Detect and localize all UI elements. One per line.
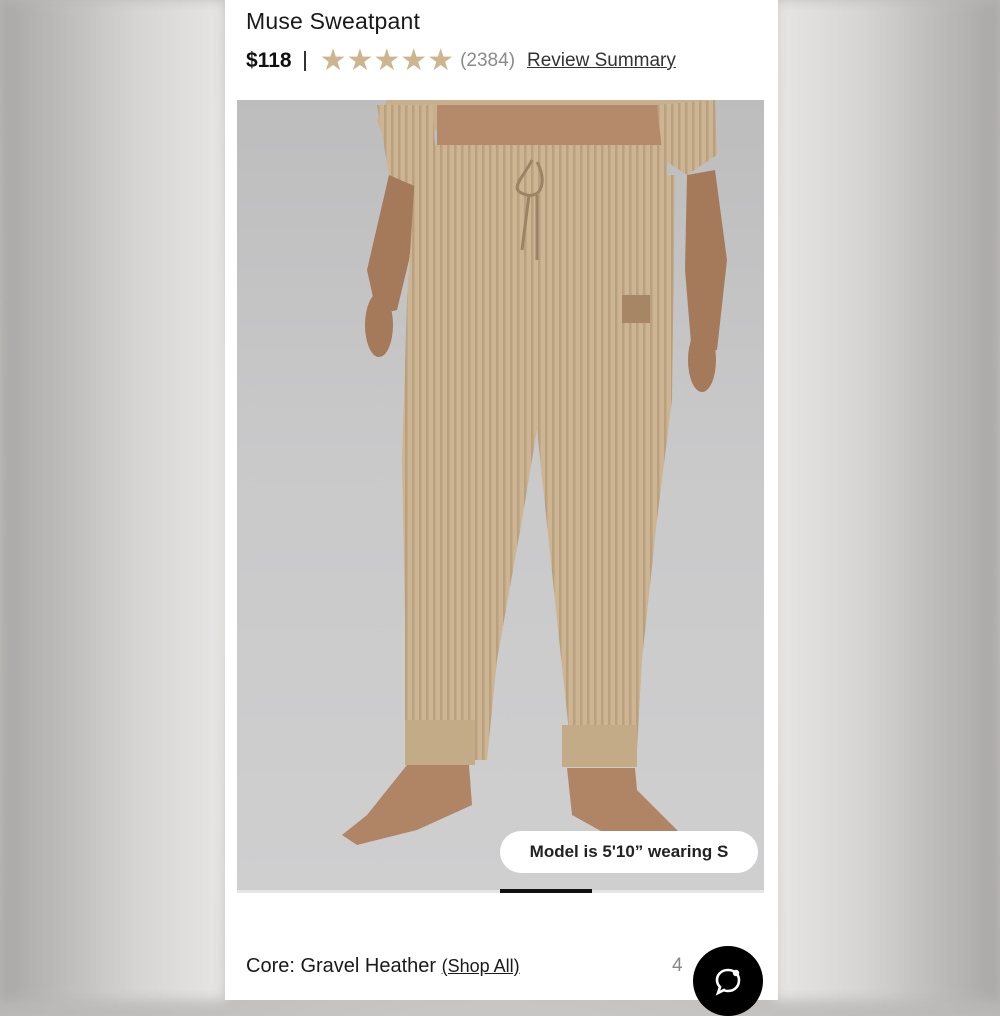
product-title: Muse Sweatpant xyxy=(246,8,421,34)
chat-button[interactable] xyxy=(693,946,763,1016)
star-icon: ★ xyxy=(400,44,428,77)
gallery-progress-indicator xyxy=(500,889,592,893)
star-icon: ★ xyxy=(427,44,455,77)
review-summary-link[interactable]: Review Summary xyxy=(527,50,676,72)
product-page: Muse Sweatpant $118 ★ ★ ★ ★ ★ (2384) Rev… xyxy=(225,0,778,1000)
product-image[interactable]: Model is 5'10” wearing S xyxy=(237,100,764,890)
star-icon: ★ xyxy=(373,44,401,77)
color-count: 4 xyxy=(672,955,683,976)
model-size-note: Model is 5'10” wearing S xyxy=(500,831,758,873)
star-icon: ★ xyxy=(319,44,347,77)
divider xyxy=(303,51,306,71)
model-illustration xyxy=(342,100,727,855)
rating-stars[interactable]: ★ ★ ★ ★ ★ xyxy=(320,46,455,76)
background-blur-right xyxy=(775,0,1000,1000)
chat-bubble-icon xyxy=(715,968,741,996)
color-label: Core: Gravel Heather xyxy=(246,955,437,977)
shop-all-link[interactable]: (Shop All) xyxy=(442,956,520,976)
background-blur-left xyxy=(0,0,225,1000)
color-selection-row: Core: Gravel Heather (Shop All) xyxy=(246,955,520,978)
review-count: (2384) xyxy=(460,50,516,71)
price-rating-row: $118 ★ ★ ★ ★ ★ (2384) Review Summary xyxy=(246,46,676,76)
price: $118 xyxy=(246,49,292,72)
star-icon: ★ xyxy=(346,44,374,77)
